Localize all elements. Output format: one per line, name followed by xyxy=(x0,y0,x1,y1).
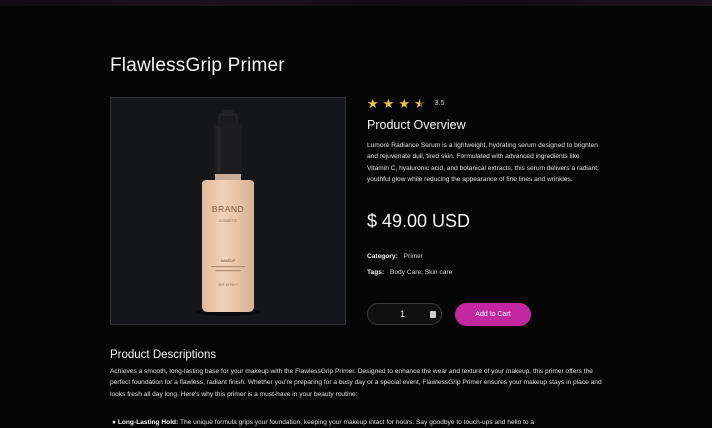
add-to-cart-button[interactable]: Add to Cart xyxy=(455,303,531,326)
bottle-type-text: MAKEUP xyxy=(221,259,236,263)
overview-text: Lumoré Radiance Serum is a lightweight, … xyxy=(367,142,599,184)
tags-row: Tags: Body Care, Skin care xyxy=(367,269,452,276)
product-price: $ 49.00 USD xyxy=(367,211,471,231)
quantity-value[interactable]: 1 xyxy=(400,309,405,319)
stepper-arrows-icon[interactable] xyxy=(430,311,436,318)
descriptions-heading: Product Descriptions xyxy=(110,349,217,361)
bottle-sub-text: COSMETIC xyxy=(219,219,238,223)
tags-value[interactable]: Body Care, Skin care xyxy=(390,269,452,276)
tags-label: Tags: xyxy=(367,269,385,276)
product-title: FlawlessGrip Primer xyxy=(110,55,285,76)
descriptions-text: Achieves a smooth, long-lasting base for… xyxy=(110,368,602,398)
quantity-stepper[interactable]: 1 xyxy=(367,303,442,325)
top-decoration xyxy=(0,0,712,6)
rating: ★ ★ ★ ★ 3.5 xyxy=(367,97,444,110)
star-icon: ★ xyxy=(382,96,395,111)
star-icon: ★ xyxy=(367,96,379,111)
rating-value: 3.5 xyxy=(434,100,445,107)
bottle-brand-text: BRAND xyxy=(212,204,244,214)
category-label: Category: xyxy=(367,253,398,260)
half-star-icon: ★ xyxy=(413,96,426,111)
star-icon: ★ xyxy=(398,96,410,111)
category-row: Category: Primer xyxy=(367,253,423,260)
bullet-title: Long-Lasting Hold: xyxy=(117,419,179,426)
product-image: BRAND COSMETIC MAKEUP SPF 15 PA++ xyxy=(110,97,346,325)
list-item: ● Long-Lasting Hold: The unique formula … xyxy=(112,417,602,428)
overview-heading: Product Overview xyxy=(367,118,466,132)
bottle-spf-text: SPF 15 PA++ xyxy=(218,283,237,287)
bullet-text: The unique formula grips your foundation… xyxy=(179,419,535,426)
foundation-bottle-icon: BRAND COSMETIC MAKEUP SPF 15 PA++ xyxy=(111,98,345,324)
category-value[interactable]: Primer xyxy=(404,253,423,260)
